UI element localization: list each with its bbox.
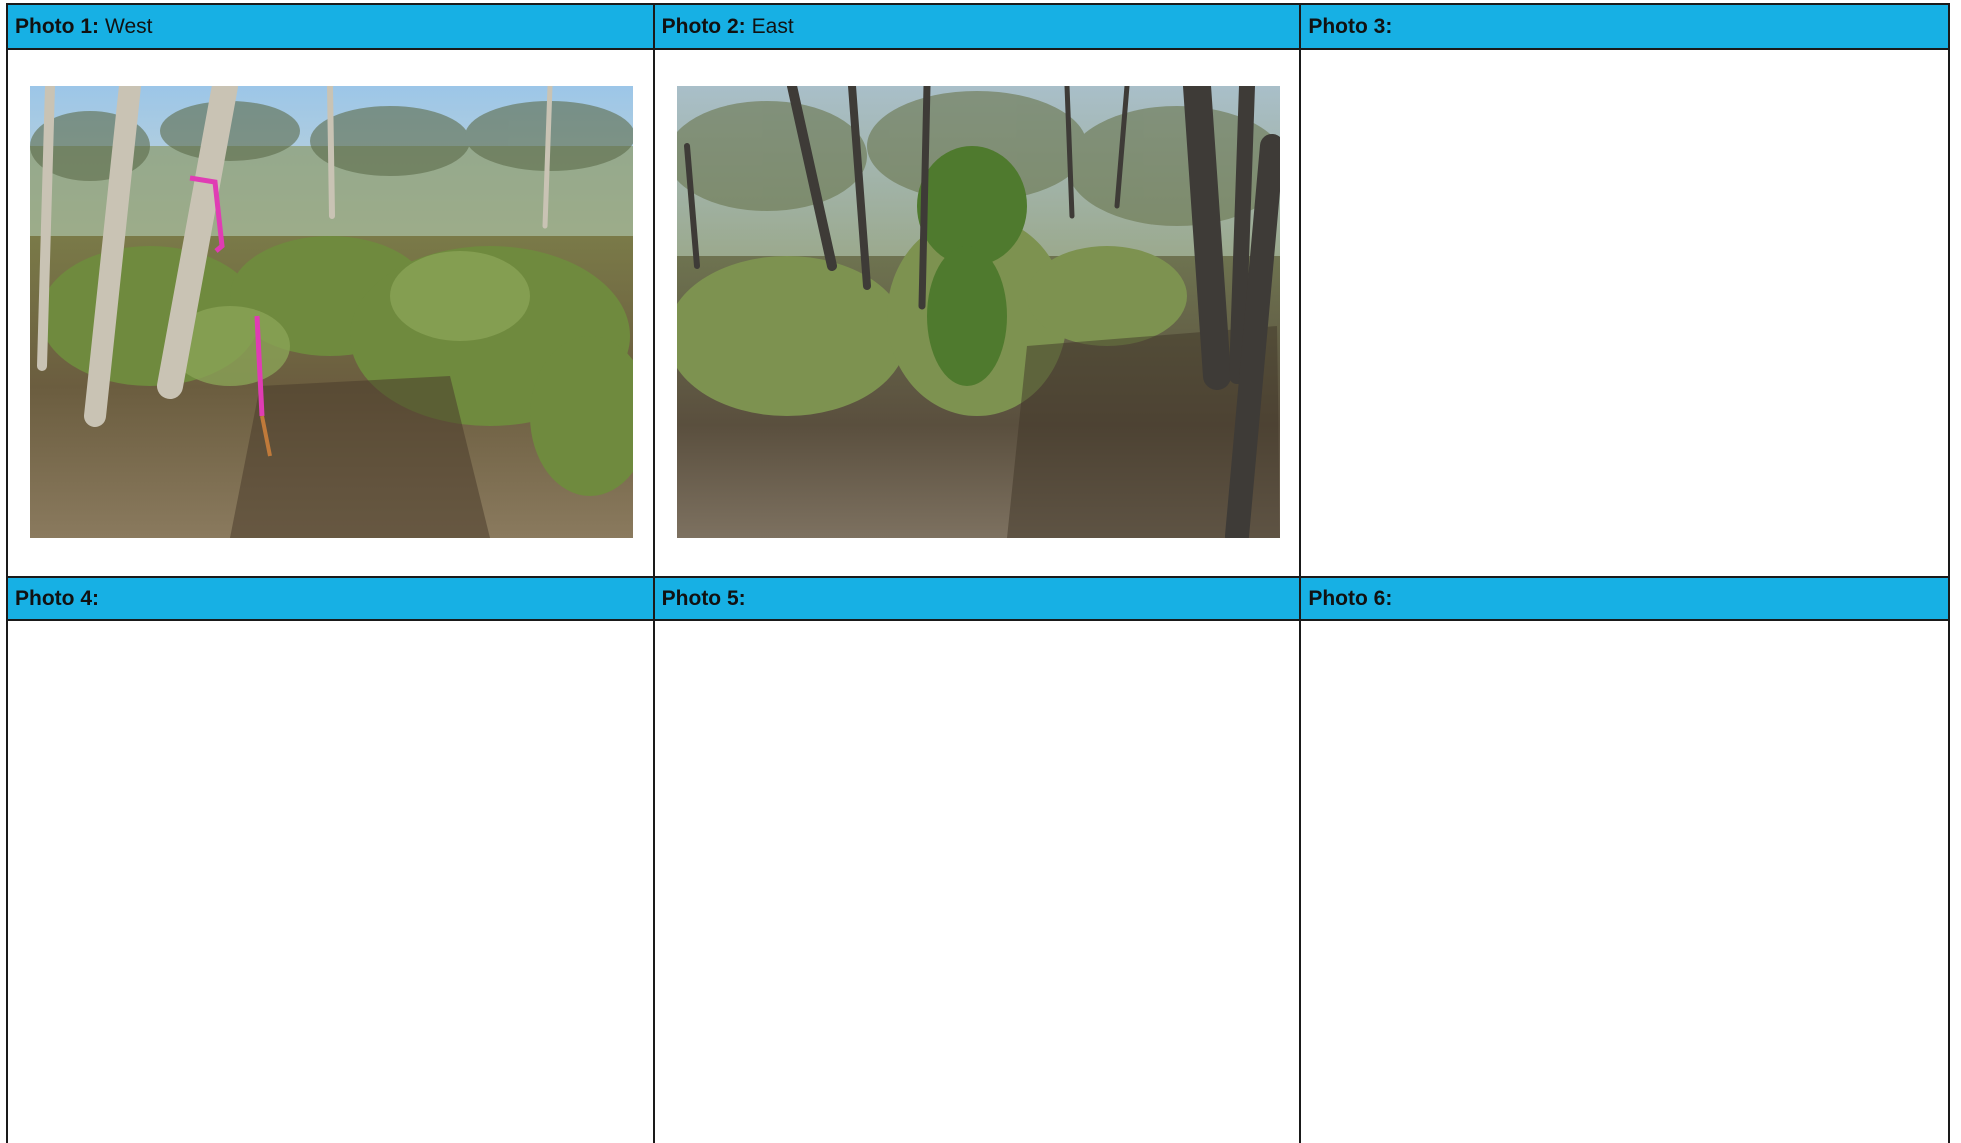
photo-5-label: Photo 5:	[661, 586, 746, 610]
photo-5-header: Photo 5:	[654, 576, 1302, 621]
photo-2-header: Photo 2: East	[654, 5, 1302, 50]
photo-2-direction: East	[751, 14, 794, 38]
photo-1-header: Photo 1: West	[8, 5, 655, 50]
photo-3-header: Photo 3:	[1301, 5, 1948, 50]
photo-4-cell	[8, 621, 655, 1143]
photo-grid-table: Photo 1: West Photo 2: East Photo 3: Pho…	[6, 3, 1950, 1143]
photo-2-cell	[654, 50, 1302, 576]
photo-4-header: Photo 4:	[8, 576, 655, 621]
photo-3-label: Photo 3:	[1308, 14, 1393, 38]
photo-1-label: Photo 1:	[15, 14, 99, 38]
photo-2-image	[676, 86, 1280, 538]
photo-6-header: Photo 6:	[1301, 576, 1948, 621]
forest-east-photo	[676, 86, 1280, 538]
photo-4-label: Photo 4:	[15, 586, 99, 610]
photo-5-cell	[654, 621, 1302, 1143]
photo-2-label: Photo 2:	[661, 14, 746, 38]
photo-3-cell	[1301, 50, 1948, 576]
forest-west-photo	[30, 86, 633, 538]
photo-6-label: Photo 6:	[1308, 586, 1393, 610]
photo-1-cell	[8, 50, 655, 576]
photo-1-image	[30, 86, 633, 538]
photo-1-direction: West	[105, 14, 153, 38]
photo-6-cell	[1301, 621, 1948, 1143]
